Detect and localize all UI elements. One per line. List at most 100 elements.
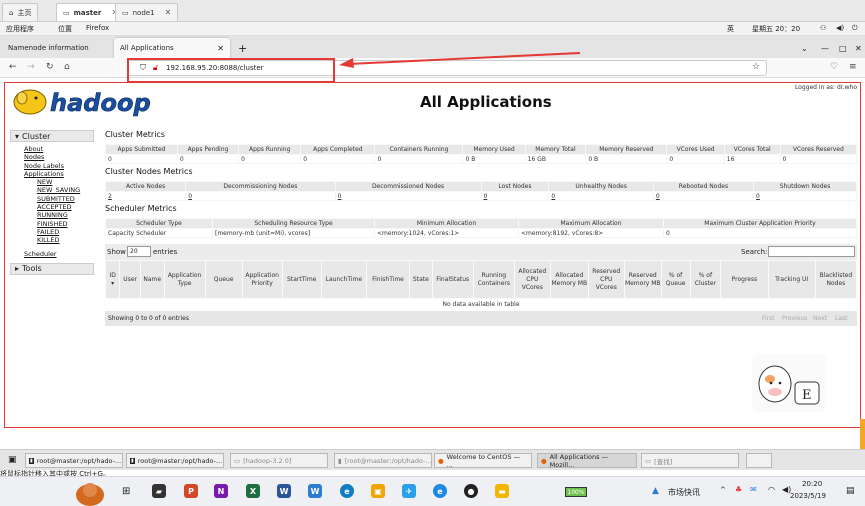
word-icon[interactable]: W: [308, 484, 322, 498]
column-header[interactable]: LaunchTime: [320, 260, 367, 299]
tab-namenode[interactable]: Namenode information: [2, 38, 114, 58]
sidebar-link-applications[interactable]: Applications: [24, 170, 94, 178]
table-cell-link[interactable]: 0: [334, 191, 482, 201]
close-icon[interactable]: ✕: [165, 8, 172, 17]
column-header[interactable]: Tracking UI: [767, 260, 816, 299]
column-header[interactable]: FinishTime: [365, 260, 411, 299]
powerpoint-icon[interactable]: P: [184, 484, 198, 498]
sidebar-link-node-labels[interactable]: Node Labels: [24, 162, 94, 170]
star-icon[interactable]: ☆: [752, 62, 760, 72]
sidebar-state-finished[interactable]: FINISHED: [37, 220, 94, 228]
pager-previous[interactable]: Previous: [782, 315, 807, 322]
tray-app-icon-2[interactable]: ✉: [750, 485, 757, 494]
onenote-icon[interactable]: N: [214, 484, 228, 498]
battery-indicator[interactable]: 100%: [565, 487, 587, 497]
word-dark-icon[interactable]: W: [277, 484, 291, 498]
sidebar-state-failed[interactable]: FAILED: [37, 228, 94, 236]
column-header[interactable]: % of Cluster: [689, 260, 722, 299]
home-icon[interactable]: ⌂: [64, 62, 70, 72]
file-explorer-icon[interactable]: ▬: [495, 484, 509, 498]
column-header[interactable]: Blacklisted Nodes: [814, 260, 858, 299]
pager-last[interactable]: Last: [835, 315, 848, 322]
close-window-icon[interactable]: ✕: [849, 38, 865, 58]
menu-icon[interactable]: ≡: [849, 62, 857, 72]
pager-next[interactable]: Next: [813, 315, 827, 322]
forward-icon[interactable]: →: [27, 62, 35, 72]
workspace-switcher[interactable]: [746, 453, 772, 468]
sidebar-cluster-header[interactable]: ▾ Cluster: [10, 130, 94, 142]
taskbar-time[interactable]: 20:20: [802, 480, 822, 488]
column-header[interactable]: User: [119, 260, 141, 299]
taskbar-item-firefox-centos[interactable]: ● Welcome to CentOS — ...: [434, 453, 532, 469]
scrollbar-thumb[interactable]: [860, 419, 865, 449]
network-icon[interactable]: ⚇: [820, 24, 826, 32]
taskbar-item-terminal-2[interactable]: ▮ root@master:/opt/hado-...: [126, 453, 224, 468]
task-view-icon[interactable]: ⊞: [122, 486, 130, 497]
column-header[interactable]: Name: [139, 260, 165, 299]
pocket-icon[interactable]: ♡: [830, 62, 838, 72]
tab-list-icon[interactable]: ⌄: [795, 38, 814, 58]
sidebar-state-accepted[interactable]: ACCEPTED: [37, 203, 94, 211]
apps-menu[interactable]: 应用程序: [6, 24, 34, 34]
sidebar-state-killed[interactable]: KILLED: [37, 236, 94, 244]
power-icon[interactable]: ⏻: [852, 24, 858, 33]
sidebar-state-running[interactable]: RUNNING: [37, 211, 94, 219]
wifi-icon[interactable]: ◠: [768, 485, 775, 494]
taskbar-item-search[interactable]: ▭ [查找]: [641, 453, 739, 468]
pager-first[interactable]: First: [762, 315, 775, 322]
vm-tab-home[interactable]: ⌂ 主页: [2, 3, 39, 21]
notification-icon[interactable]: ▤: [846, 486, 855, 496]
sidebar-link-about[interactable]: About: [24, 145, 94, 153]
clock[interactable]: 星期五 20：20: [752, 24, 800, 34]
column-header[interactable]: Progress: [720, 260, 769, 299]
search-input[interactable]: [768, 246, 855, 257]
sidebar-state-new-saving[interactable]: NEW_SAVING: [37, 186, 94, 194]
close-icon[interactable]: ✕: [217, 44, 224, 53]
table-cell-link[interactable]: 0: [652, 191, 755, 201]
taskbar-date[interactable]: 2023/5/19: [790, 492, 826, 500]
sidebar-link-nodes[interactable]: Nodes: [24, 153, 94, 161]
places-menu[interactable]: 位置: [58, 24, 72, 34]
column-header[interactable]: Application Type: [163, 260, 206, 299]
vm-tab-node1[interactable]: ▭ node1 ✕: [115, 3, 179, 21]
feishu-icon[interactable]: ✈: [402, 484, 416, 498]
sidebar-state-submitted[interactable]: SUBMITTED: [37, 195, 94, 203]
column-header[interactable]: FinalStatus: [431, 260, 474, 299]
app-menu[interactable]: Firefox: [86, 24, 109, 32]
entries-select[interactable]: 20: [127, 246, 151, 257]
column-header[interactable]: Running Containers: [472, 260, 515, 299]
edge-icon[interactable]: e: [340, 484, 354, 498]
github-icon[interactable]: ●: [464, 484, 478, 498]
taskbar-item-terminal-3[interactable]: ▮ [root@master:/opt/hado-...: [334, 453, 432, 468]
column-header[interactable]: StartTime: [281, 260, 322, 299]
sidebar-link-scheduler[interactable]: Scheduler: [24, 250, 94, 258]
table-cell-link[interactable]: 2: [104, 191, 187, 201]
column-header[interactable]: Allocated Memory MB: [549, 260, 589, 299]
table-cell-link[interactable]: 0: [185, 191, 336, 201]
reload-icon[interactable]: ↻: [46, 62, 54, 72]
new-tab-button[interactable]: +: [232, 38, 253, 58]
table-cell-link[interactable]: 0: [753, 191, 857, 201]
sidebar-state-new[interactable]: NEW: [37, 178, 94, 186]
minimize-icon[interactable]: —: [815, 38, 835, 58]
browser-icon[interactable]: e: [433, 484, 447, 498]
table-cell-link[interactable]: 0: [480, 191, 550, 201]
tray-app-icon[interactable]: ♣: [735, 485, 742, 494]
input-method[interactable]: 英: [727, 24, 734, 34]
taskbar-item-hadoop-folder[interactable]: ▭ [hadoop-3.2.0]: [230, 453, 328, 468]
tab-all-applications[interactable]: All Applications ✕: [114, 38, 230, 58]
sticky-notes-icon[interactable]: ▰: [152, 484, 166, 498]
vmware-icon[interactable]: ▣: [371, 484, 385, 498]
column-header[interactable]: ID ▾: [104, 260, 121, 299]
news-widget[interactable]: 市场快讯: [668, 487, 700, 498]
column-header[interactable]: Reserved CPU VCores: [587, 260, 625, 299]
back-icon[interactable]: ←: [9, 62, 17, 72]
show-desktop-icon[interactable]: ▣: [8, 455, 17, 465]
table-cell-link[interactable]: 0: [548, 191, 654, 201]
column-header[interactable]: Allocated CPU VCores: [513, 260, 551, 299]
column-header[interactable]: Queue: [204, 260, 243, 299]
chevron-up-icon[interactable]: ^: [720, 486, 726, 494]
column-header[interactable]: State: [409, 260, 433, 299]
taskbar-item-all-applications[interactable]: ● All Applications — Mozill...: [537, 453, 637, 469]
sidebar-tools-header[interactable]: ▸ Tools: [10, 262, 94, 275]
